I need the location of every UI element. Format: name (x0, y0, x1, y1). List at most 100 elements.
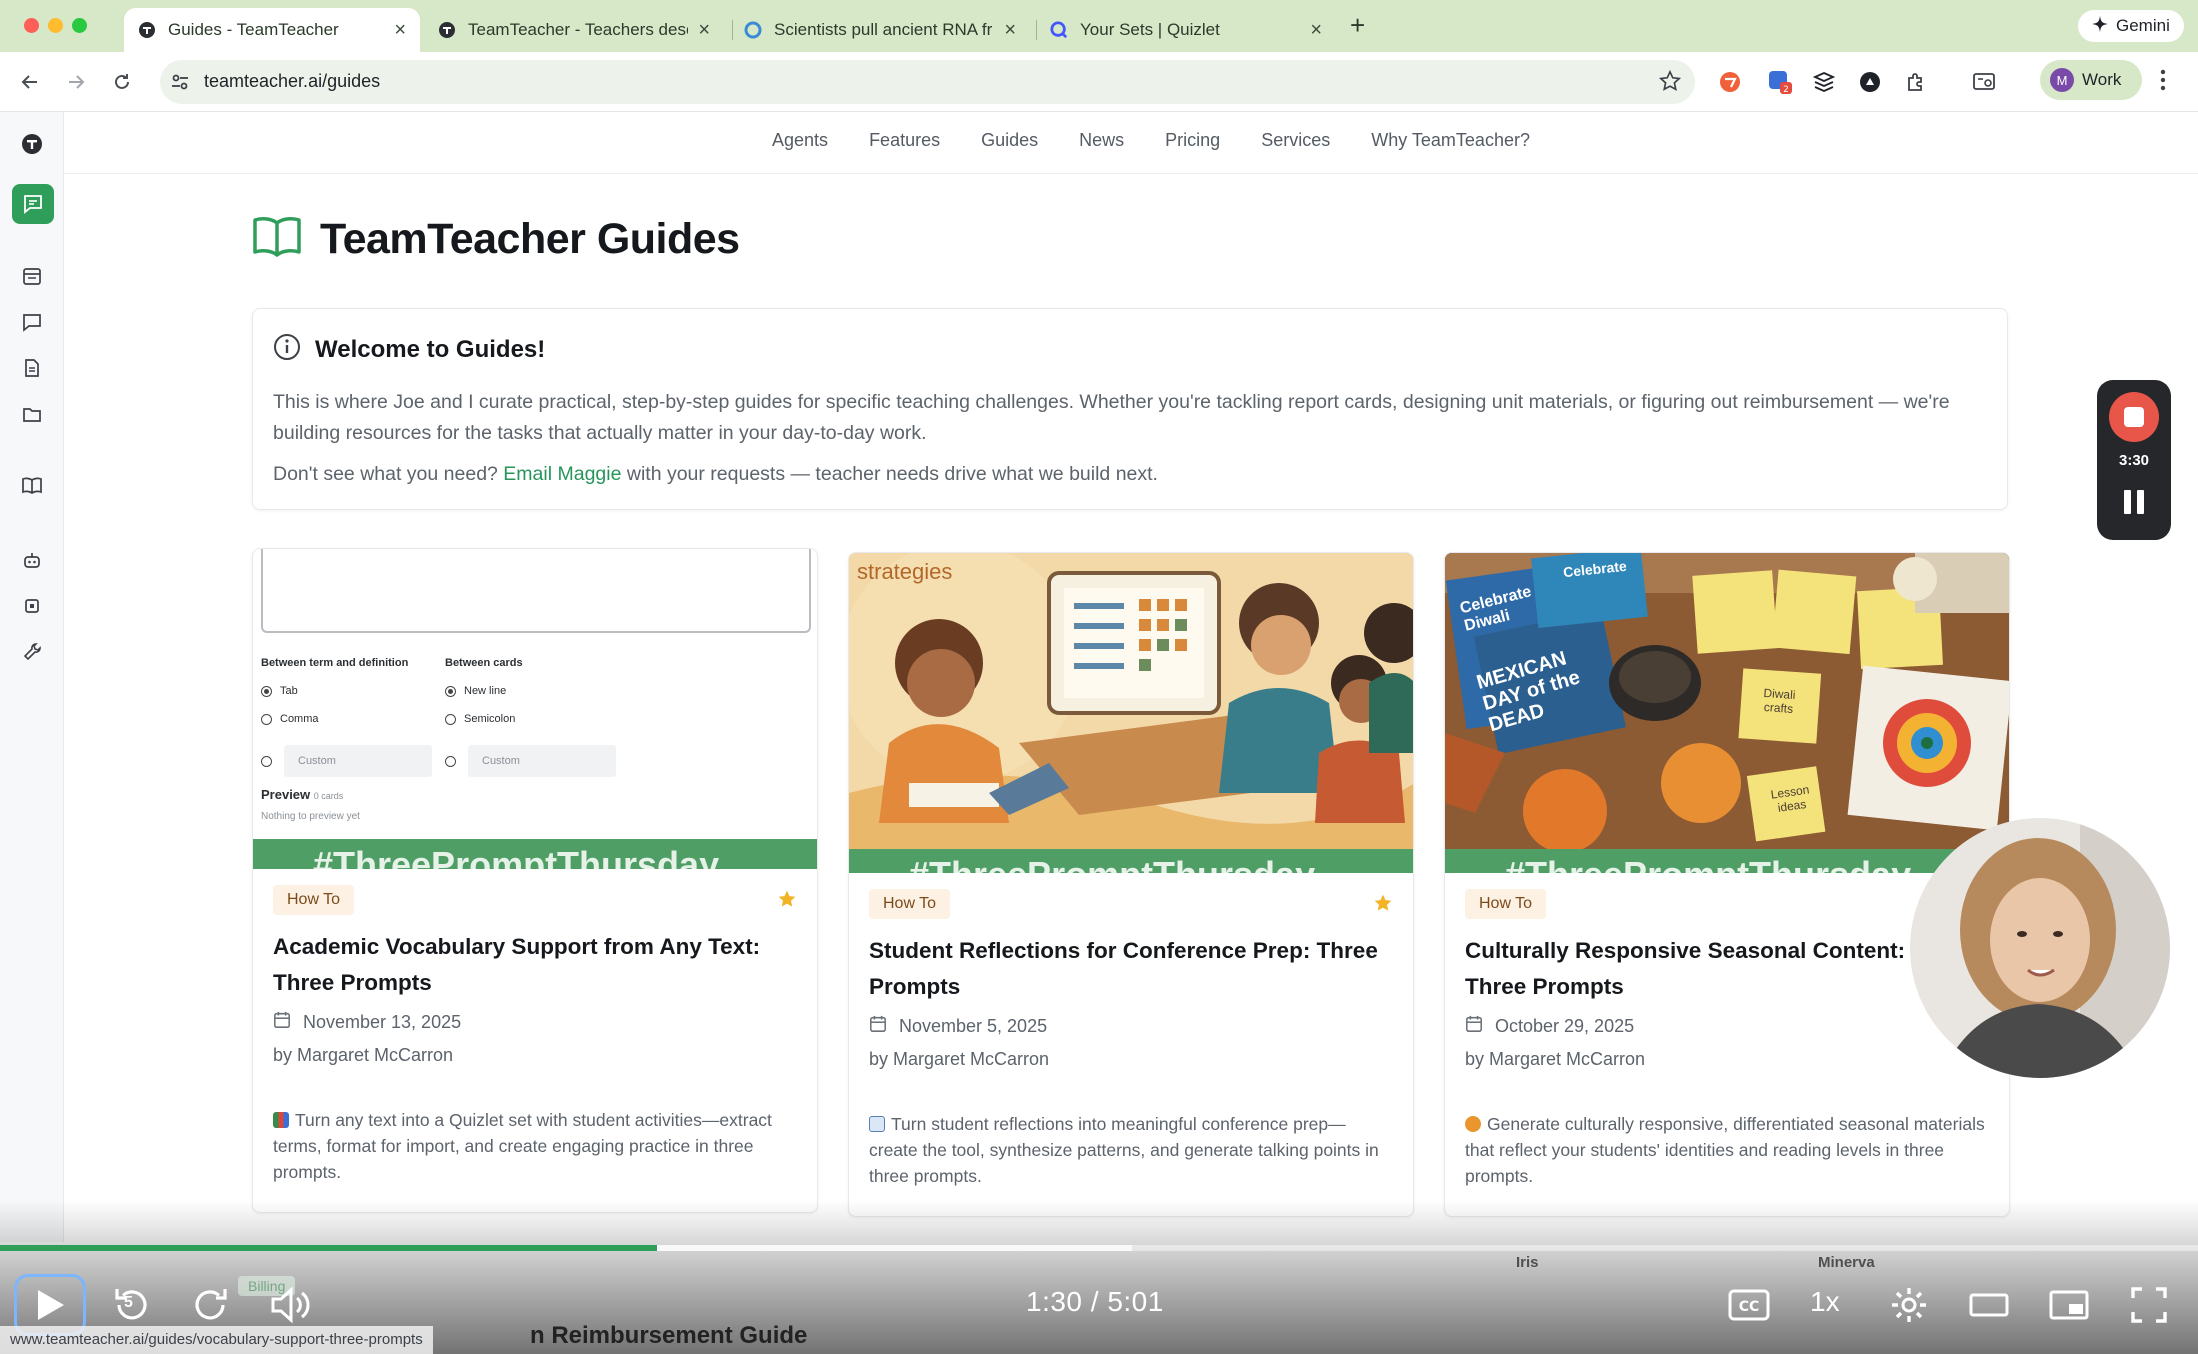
card-description: Turn student reflections into meaningful… (869, 1114, 1379, 1186)
preview-label: Preview 0 cards (261, 787, 344, 802)
three-prompt-thursday-banner: #ThreePromptThursday (849, 849, 1413, 873)
nav-features[interactable]: Features (869, 130, 940, 151)
calendar-icon (273, 1011, 291, 1034)
gemini-button[interactable]: Gemini (2078, 10, 2184, 42)
gemini-label: Gemini (2116, 16, 2170, 35)
guide-card-reflections[interactable]: strategies #ThreePromptThursday How To S… (848, 552, 1414, 1217)
nav-pricing[interactable]: Pricing (1165, 130, 1220, 151)
card-title[interactable]: Student Reflections for Conference Prep:… (869, 933, 1389, 1005)
request-text-before: Don't see what you need? (273, 463, 504, 485)
close-tab-icon[interactable]: × (394, 19, 406, 42)
reading-mode-icon[interactable] (1970, 68, 1998, 96)
new-tab-button[interactable]: + (1350, 10, 1365, 41)
nav-agents[interactable]: Agents (772, 130, 828, 151)
info-icon (273, 333, 301, 366)
more-menu-icon[interactable] (2160, 68, 2166, 97)
page-header: TeamTeacher Guides (252, 215, 740, 264)
close-tab-icon[interactable]: × (698, 19, 710, 42)
skip-back-button[interactable]: 5 (106, 1280, 156, 1330)
chat-icon[interactable] (12, 184, 54, 224)
tab-teamteacher[interactable]: TeamTeacher - Teachers dese × (424, 8, 724, 52)
fullscreen-button[interactable] (2124, 1280, 2174, 1330)
email-maggie-link[interactable]: Email Maggie (503, 463, 621, 485)
card-author-text: by Margaret McCarron (273, 1045, 454, 1065)
settings-button[interactable] (1884, 1280, 1934, 1330)
theater-icon (1969, 1293, 2009, 1317)
skip-forward-button[interactable] (186, 1280, 236, 1330)
chip-icon[interactable] (18, 592, 46, 620)
puzzle-extensions-icon[interactable] (1902, 68, 1930, 96)
profile-button[interactable]: M Work (2040, 60, 2142, 100)
forward-arrow-icon[interactable] (62, 68, 90, 96)
circle-extension-icon[interactable] (1856, 68, 1884, 96)
stop-recording-button[interactable] (2109, 392, 2159, 442)
card-author-text: by Margaret McCarron (869, 1049, 1050, 1069)
radio-custom-1: Custom (261, 745, 432, 777)
nav-why-teamteacher[interactable]: Why TeamTeacher? (1371, 130, 1530, 151)
page-title: TeamTeacher Guides (320, 215, 740, 263)
books-emoji-icon (273, 1112, 289, 1128)
site-settings-icon[interactable] (170, 72, 190, 97)
calendar-icon (1465, 1015, 1483, 1038)
extension-badge-icon[interactable]: 2 (1766, 68, 1794, 96)
svg-text:2: 2 (1783, 85, 1789, 95)
logo-icon[interactable] (18, 130, 46, 158)
radio-comma: Comma (261, 713, 319, 725)
bookmark-star-icon[interactable] (1658, 69, 1682, 97)
book-icon[interactable] (18, 472, 46, 500)
address-bar[interactable]: teamteacher.ai/guides (160, 60, 1695, 104)
request-text-after: with your requests — teacher needs drive… (621, 463, 1158, 485)
close-tab-icon[interactable]: × (1004, 19, 1016, 42)
card-tag: How To (273, 885, 355, 915)
miniplayer-icon (2049, 1290, 2089, 1320)
messages-icon[interactable] (18, 308, 46, 336)
nav-services[interactable]: Services (1261, 130, 1330, 151)
document-icon[interactable] (18, 354, 46, 382)
guide-thumbnail-seasonal: Celebrate Diwali MEXICAN DAY of the DEAD… (1445, 553, 2009, 873)
wrench-icon[interactable] (18, 638, 46, 666)
reload-icon[interactable] (108, 68, 136, 96)
layers-extension-icon[interactable] (1810, 68, 1838, 96)
tab-scientists[interactable]: Scientists pull ancient RNA fr × (730, 8, 1030, 52)
extension-orange-icon[interactable] (1716, 68, 1744, 96)
playback-speed-button[interactable]: 1x (1810, 1286, 1840, 1318)
quizlet-favicon-icon (1050, 21, 1068, 39)
site-navigation: Agents Features Guides News Pricing Serv… (64, 112, 2198, 174)
three-prompt-thursday-banner: #ThreePromptThursday (253, 839, 817, 869)
browser-tabstrip: Guides - TeamTeacher × TeamTeacher - Tea… (0, 0, 2198, 52)
card-title[interactable]: Academic Vocabulary Support from Any Tex… (273, 929, 793, 1001)
thumb-label-diwali-crafts: Diwali crafts (1763, 685, 1796, 716)
calendar-icon[interactable] (18, 262, 46, 290)
pause-recording-button[interactable] (2122, 490, 2146, 514)
video-played-bar (0, 1245, 658, 1251)
card-date-text: November 13, 2025 (303, 1012, 462, 1032)
window-close-button[interactable] (24, 18, 39, 33)
guide-thumbnail-quizlet-form: Between term and definition Between card… (253, 549, 817, 869)
window-zoom-button[interactable] (72, 18, 87, 33)
profile-avatar: M (2050, 68, 2074, 92)
nav-news[interactable]: News (1079, 130, 1124, 151)
welcome-request-text: Don't see what you need? Email Maggie wi… (273, 459, 1973, 490)
volume-button[interactable] (266, 1280, 316, 1330)
radio-tab: Tab (261, 685, 298, 697)
guide-card-vocabulary[interactable]: Between term and definition Between card… (252, 548, 818, 1213)
robot-icon[interactable] (18, 546, 46, 574)
miniplayer-button[interactable] (2044, 1280, 2094, 1330)
card-date-text: November 5, 2025 (899, 1016, 1048, 1036)
close-tab-icon[interactable]: × (1310, 19, 1322, 42)
theater-mode-button[interactable] (1964, 1280, 2014, 1330)
card-description: Generate culturally responsive, differen… (1465, 1114, 1985, 1186)
nav-guides[interactable]: Guides (981, 130, 1038, 151)
window-minimize-button[interactable] (48, 18, 63, 33)
video-progress-bar[interactable] (0, 1245, 2198, 1251)
open-book-icon (252, 215, 302, 264)
captions-button[interactable]: CC (1724, 1280, 1774, 1330)
tab-quizlet[interactable]: Your Sets | Quizlet × (1036, 8, 1336, 52)
thumbnail-caption: strategies (857, 559, 953, 584)
back-arrow-icon[interactable] (16, 68, 44, 96)
card-date: November 5, 2025 (869, 1015, 1047, 1038)
app-sidebar (0, 112, 64, 1242)
folder-icon[interactable] (18, 400, 46, 428)
card-title[interactable]: Culturally Responsive Seasonal Content: … (1465, 933, 1945, 1005)
tab-guides[interactable]: Guides - TeamTeacher × (124, 8, 420, 52)
